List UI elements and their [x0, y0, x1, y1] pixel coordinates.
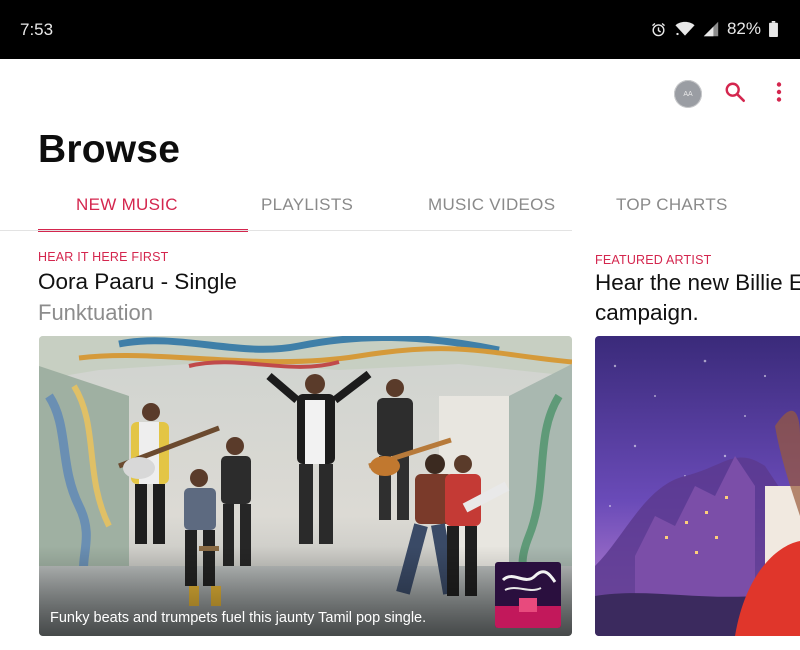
tab-music-videos[interactable]: MUSIC VIDEOS — [428, 195, 555, 215]
card-artist: Funktuation — [38, 300, 153, 325]
toolbar-actions: AA — [674, 80, 782, 108]
status-bar: 7:53 82% — [0, 0, 800, 59]
album-cover-image — [495, 562, 561, 628]
more-vert-icon — [776, 81, 782, 107]
hero-caption: Funky beats and trumpets fuel this jaunt… — [50, 610, 427, 626]
featured-artist-image — [595, 336, 800, 636]
tab-new-music[interactable]: NEW MUSIC — [76, 195, 178, 215]
tabs-divider — [0, 230, 572, 231]
avatar[interactable]: AA — [674, 80, 702, 108]
band-photo — [39, 336, 572, 636]
tab-top-charts[interactable]: TOP CHARTS — [616, 195, 728, 215]
alarm-icon — [650, 21, 667, 38]
tab-playlists[interactable]: PLAYLISTS — [261, 195, 353, 215]
status-icons: 82% — [650, 19, 778, 39]
search-icon — [724, 81, 746, 108]
battery-icon — [769, 21, 778, 37]
card-title-line-1: Hear the new Billie E — [595, 270, 800, 295]
tab-bar: NEW MUSIC PLAYLISTS MUSIC VIDEOS TOP CHA… — [38, 182, 800, 232]
feature-card-featured-artist[interactable]: FEATURED ARTIST Hear the new Billie E ca… — [595, 253, 800, 327]
battery-percent: 82% — [726, 19, 761, 38]
wifi-icon — [675, 21, 695, 37]
hero-image-featured-artist[interactable] — [595, 336, 800, 636]
card-eyebrow: HEAR IT HERE FIRST — [38, 250, 169, 264]
album-artwork[interactable] — [495, 562, 561, 628]
card-title: Oora Paaru - Single — [38, 269, 237, 294]
hero-image-band[interactable]: Funky beats and trumpets fuel this jaunt… — [39, 336, 572, 636]
status-time: 7:53 — [20, 20, 54, 39]
feature-card-new-music[interactable]: HEAR IT HERE FIRST Oora Paaru - Single F… — [38, 250, 572, 326]
search-button[interactable] — [724, 81, 746, 108]
card-title-line-2: campaign. — [595, 300, 699, 325]
more-options-button[interactable] — [776, 81, 782, 107]
signal-icon — [703, 21, 719, 37]
page-title: Browse — [38, 128, 181, 171]
card-eyebrow: FEATURED ARTIST — [595, 253, 712, 267]
